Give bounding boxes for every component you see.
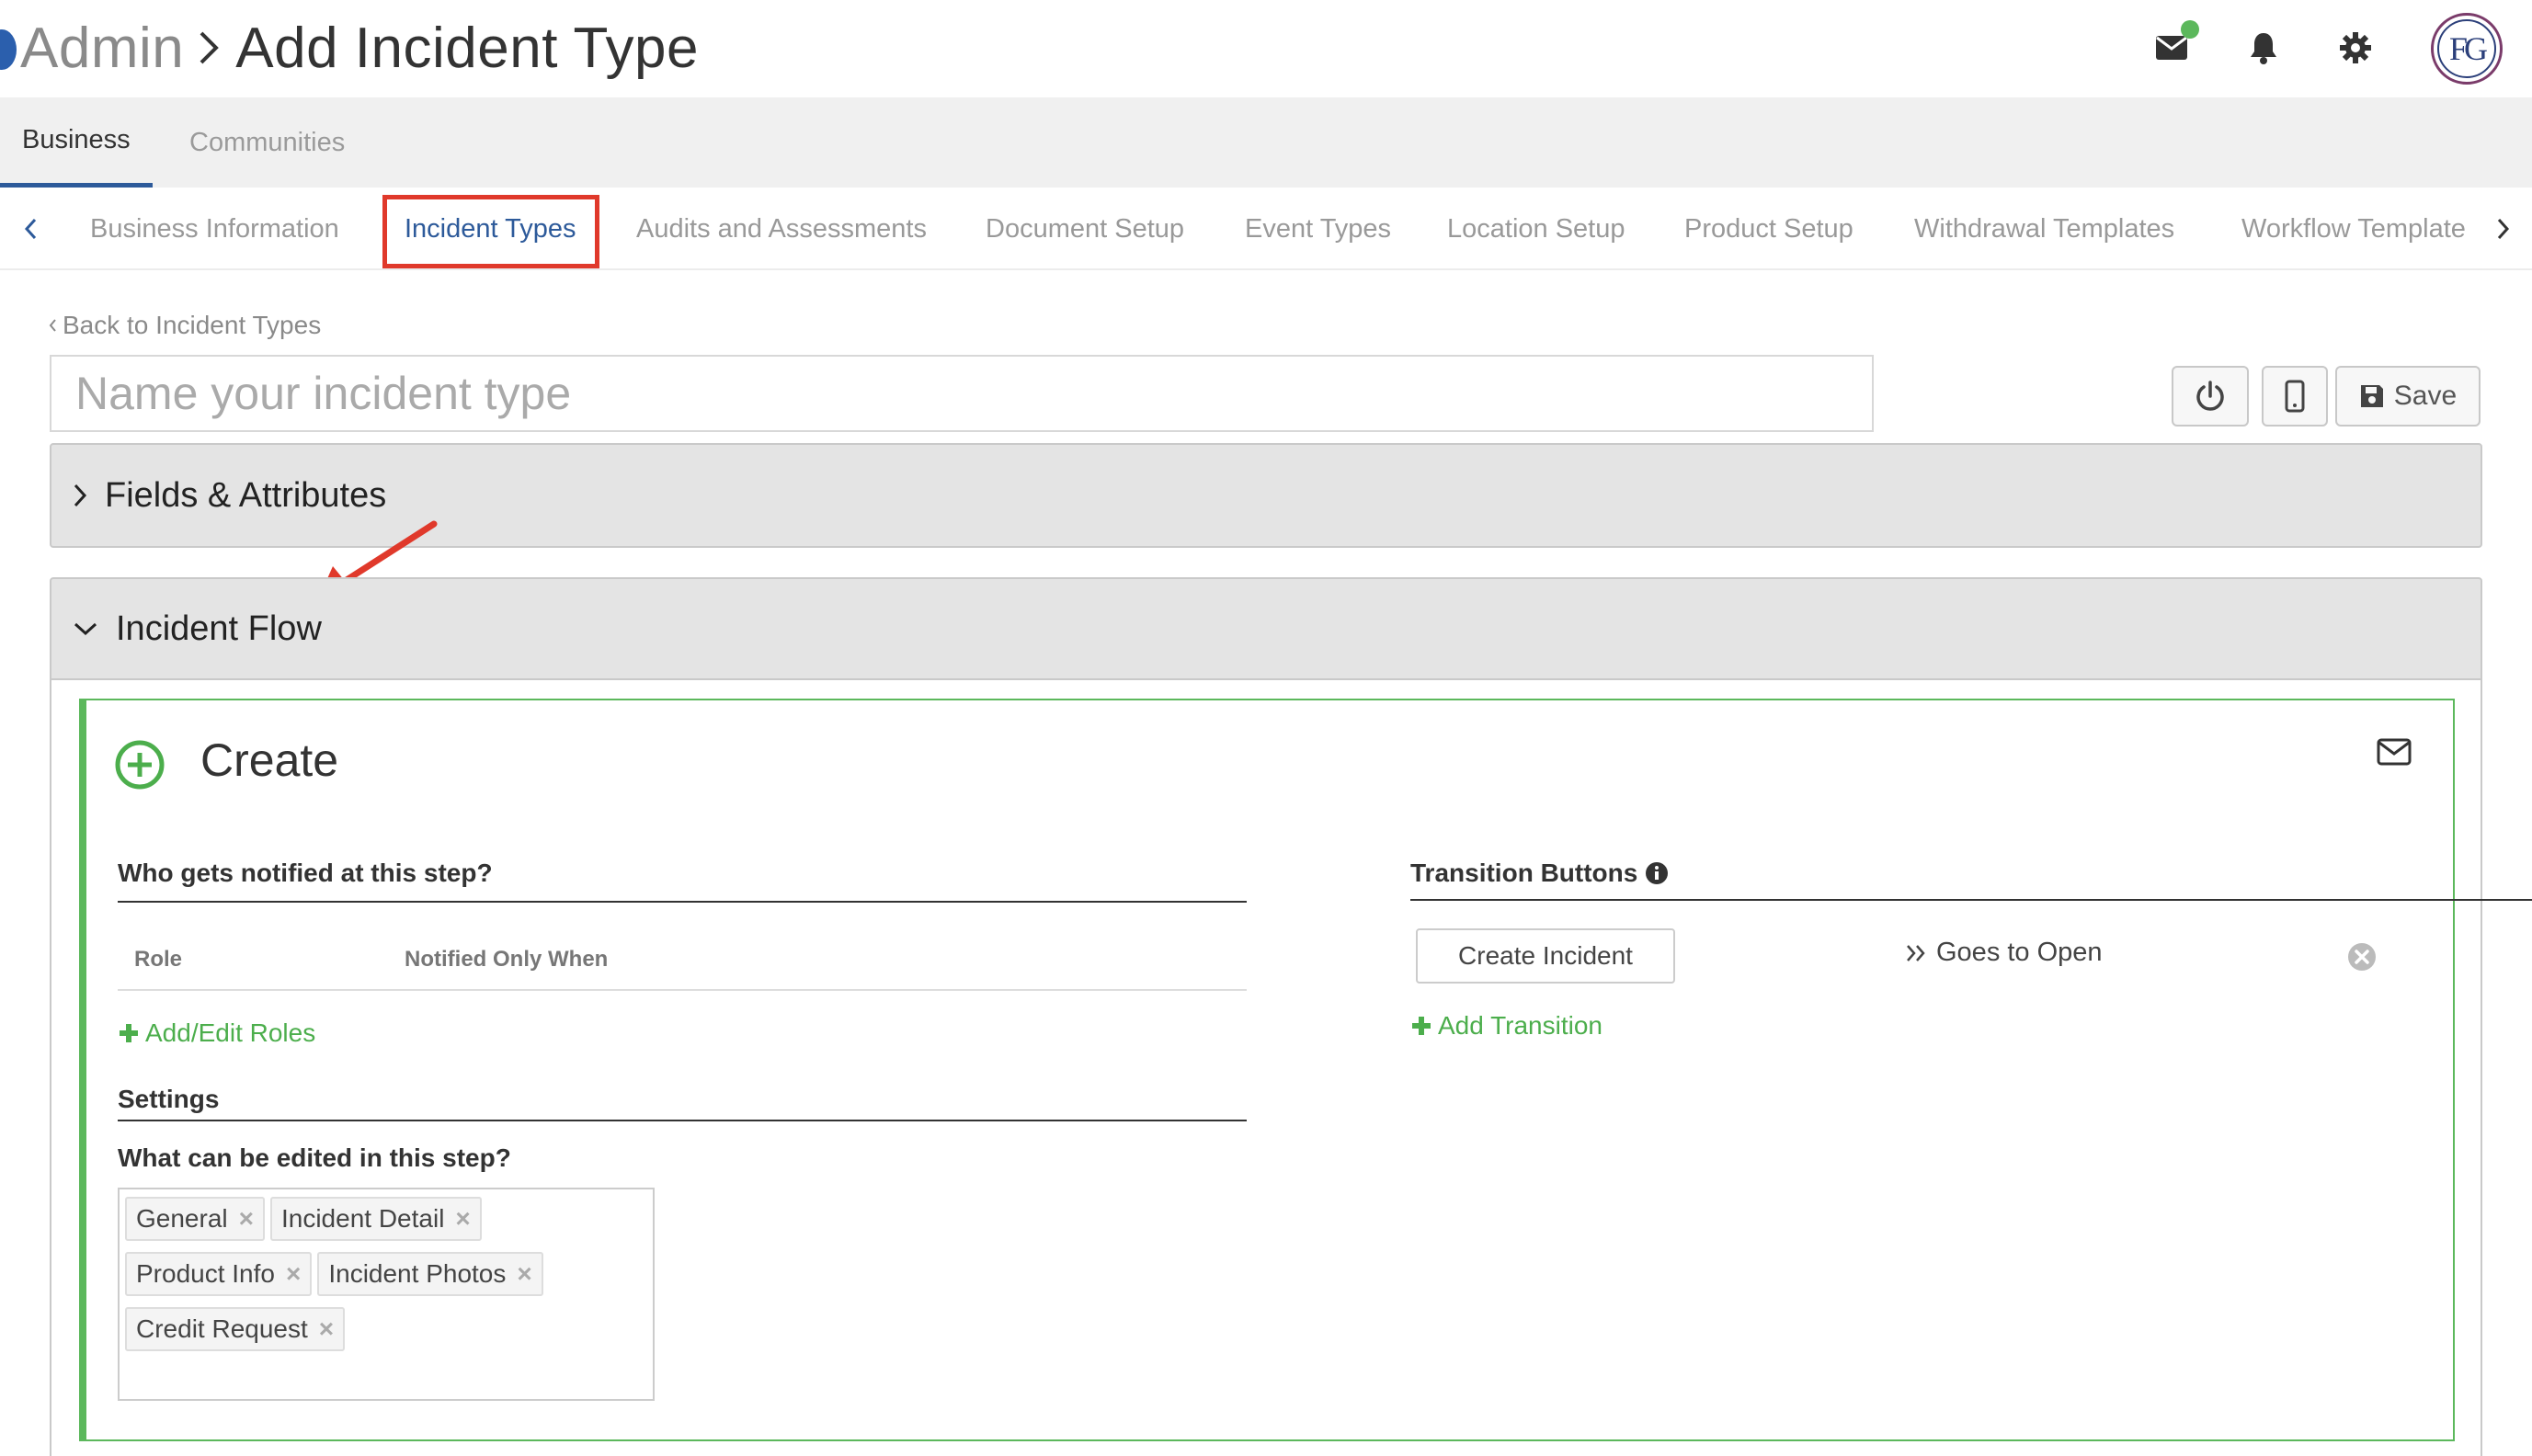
step-card-create: Create Who gets notified at this step? R… bbox=[79, 699, 2532, 1441]
add-transition-link[interactable]: Add Transition bbox=[1410, 1011, 1602, 1041]
divider bbox=[118, 989, 1247, 991]
tag-label: Incident Photos bbox=[328, 1259, 507, 1288]
tab-document-setup[interactable]: Document Setup bbox=[986, 188, 1184, 270]
divider bbox=[1410, 899, 2532, 901]
double-chevron-right-icon bbox=[1907, 944, 1925, 961]
gear-icon[interactable] bbox=[2337, 29, 2374, 66]
info-icon[interactable] bbox=[1645, 861, 1669, 885]
remove-transition-icon[interactable] bbox=[2346, 941, 2378, 973]
remove-tag-icon[interactable]: × bbox=[455, 1204, 470, 1234]
remove-tag-icon[interactable]: × bbox=[239, 1204, 254, 1234]
mobile-preview-button[interactable] bbox=[2262, 366, 2328, 427]
create-incident-button[interactable]: Create Incident bbox=[1416, 928, 1675, 984]
tab-location-setup[interactable]: Location Setup bbox=[1447, 188, 1625, 270]
primary-tabs: Business Communities bbox=[0, 97, 2532, 188]
save-button[interactable]: Save bbox=[2335, 366, 2481, 427]
tag-label: Product Info bbox=[136, 1259, 275, 1288]
tag-incident-photos: Incident Photos × bbox=[317, 1252, 543, 1296]
tab-product-setup[interactable]: Product Setup bbox=[1684, 188, 1853, 270]
transition-buttons-label: Transition Buttons bbox=[1410, 859, 1638, 887]
remove-tag-icon[interactable]: × bbox=[319, 1314, 334, 1344]
incident-flow-title: Incident Flow bbox=[116, 609, 322, 648]
tab-communities[interactable]: Communities bbox=[189, 97, 345, 188]
step-title: Create bbox=[200, 734, 339, 786]
tab-event-types[interactable]: Event Types bbox=[1245, 188, 1391, 270]
chevron-left-icon[interactable] bbox=[15, 213, 46, 245]
save-label: Save bbox=[2393, 381, 2458, 411]
remove-tag-icon[interactable]: × bbox=[286, 1259, 301, 1289]
transition-target: Goes to Open bbox=[1905, 938, 2103, 968]
activate-button[interactable] bbox=[2172, 366, 2249, 427]
notified-heading: Who gets notified at this step? bbox=[118, 859, 493, 887]
back-to-incident-types-link[interactable]: Back to Incident Types bbox=[48, 311, 321, 340]
chevron-down-icon bbox=[72, 620, 99, 637]
settings-heading: Settings bbox=[118, 1085, 220, 1113]
avatar-initials: FG bbox=[2437, 19, 2496, 78]
incident-flow-accordion[interactable]: Incident Flow bbox=[50, 577, 2482, 680]
plus-circle-icon bbox=[115, 740, 165, 790]
mail-icon[interactable] bbox=[2153, 20, 2199, 66]
divider bbox=[118, 1120, 1247, 1121]
add-edit-roles-label: Add/Edit Roles bbox=[145, 1018, 316, 1047]
user-avatar[interactable]: FG bbox=[2431, 13, 2503, 85]
transition-buttons-heading: Transition Buttons bbox=[1410, 859, 1669, 888]
breadcrumb-admin[interactable]: Admin bbox=[20, 16, 184, 81]
plus-icon bbox=[120, 1024, 138, 1042]
chevron-right-icon bbox=[197, 29, 221, 66]
tab-audits-and-assessments[interactable]: Audits and Assessments bbox=[636, 188, 927, 270]
back-link-label: Back to Incident Types bbox=[63, 311, 322, 339]
add-transition-label: Add Transition bbox=[1438, 1011, 1602, 1040]
editable-sections-multiselect[interactable]: General × Incident Detail × Product Info × … bbox=[118, 1188, 655, 1401]
chevron-right-icon[interactable] bbox=[2488, 213, 2519, 245]
chevron-right-icon bbox=[72, 482, 88, 509]
top-header: Admin Add Incident Type FG bbox=[0, 0, 2532, 97]
tag-label: General bbox=[136, 1204, 228, 1233]
tag-label: Incident Detail bbox=[280, 1204, 445, 1233]
tag-incident-detail: Incident Detail × bbox=[269, 1197, 482, 1241]
tag-product-info: Product Info × bbox=[125, 1252, 313, 1296]
tag-label: Credit Request bbox=[136, 1314, 308, 1343]
mobile-icon bbox=[2285, 380, 2305, 413]
tag-general: General × bbox=[125, 1197, 265, 1241]
save-icon bbox=[2360, 385, 2383, 407]
page-title: Admin Add Incident Type bbox=[20, 11, 699, 85]
sidebar-toggle-dot[interactable] bbox=[0, 29, 17, 70]
remove-tag-icon[interactable]: × bbox=[517, 1259, 531, 1289]
envelope-icon[interactable] bbox=[2376, 737, 2412, 767]
column-header-role: Role bbox=[134, 947, 183, 972]
chevron-left-icon bbox=[48, 318, 57, 333]
editable-heading: What can be edited in this step? bbox=[118, 1143, 511, 1172]
divider bbox=[118, 901, 1247, 903]
incident-type-name-input[interactable] bbox=[50, 355, 1874, 432]
transition-target-label: Goes to Open bbox=[1936, 938, 2103, 967]
bell-icon[interactable] bbox=[2245, 29, 2282, 66]
tag-credit-request: Credit Request × bbox=[125, 1307, 346, 1351]
notification-dot bbox=[2181, 20, 2199, 39]
power-icon bbox=[2196, 381, 2224, 411]
breadcrumb-current: Add Incident Type bbox=[235, 16, 699, 80]
tab-workflow-template[interactable]: Workflow Template bbox=[2241, 188, 2471, 270]
add-edit-roles-link[interactable]: Add/Edit Roles bbox=[118, 1018, 315, 1048]
tab-business-information[interactable]: Business Information bbox=[90, 188, 339, 270]
plus-icon bbox=[1412, 1017, 1431, 1035]
tab-withdrawal-templates[interactable]: Withdrawal Templates bbox=[1914, 188, 2174, 270]
secondary-tabs: Business Information Incident Types Audi… bbox=[0, 188, 2532, 270]
tab-incident-types[interactable]: Incident Types bbox=[405, 188, 576, 270]
fields-attributes-title: Fields & Attributes bbox=[105, 475, 387, 515]
tab-business[interactable]: Business bbox=[0, 97, 153, 188]
column-header-notified-when: Notified Only When bbox=[405, 947, 609, 972]
